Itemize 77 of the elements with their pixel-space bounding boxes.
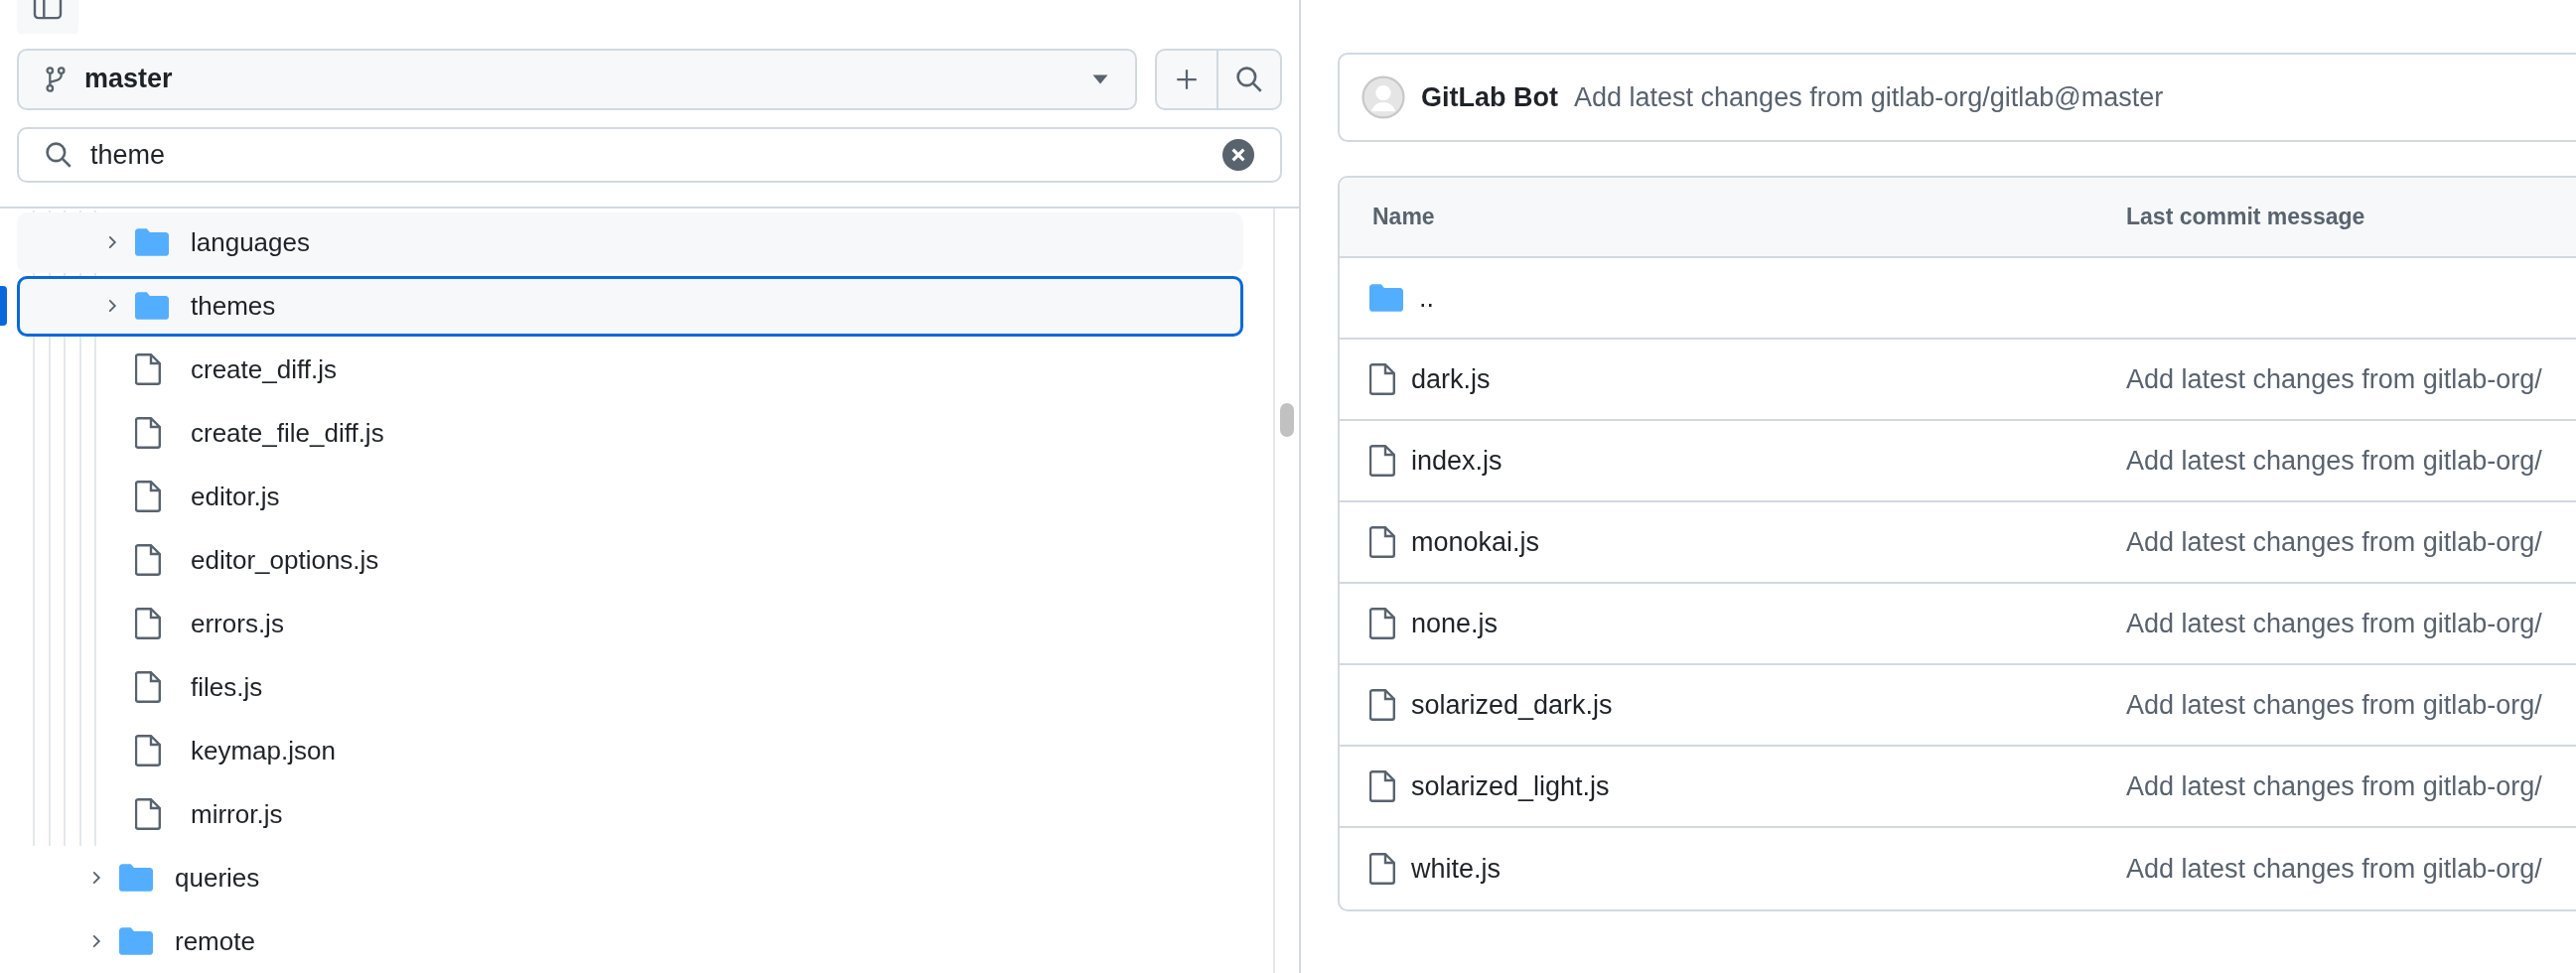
folder-item[interactable]: languages [17,211,1243,273]
file-link[interactable]: solarized_dark.js [1411,684,1613,726]
search-input[interactable]: theme [90,134,1205,176]
file-icon [1369,363,1395,395]
item-name: queries [175,861,260,895]
commit-message[interactable]: Add latest changes from gitlab-org/ [2126,848,2542,890]
file-icon [135,671,161,703]
commit-message[interactable]: Add latest changes from gitlab-org/ [2126,440,2542,482]
file-item[interactable]: errors.js [17,593,1243,654]
column-header: Last commit message [2126,203,2365,232]
clear-icon[interactable] [1222,138,1254,171]
file-icon [135,608,161,639]
item-name: create_diff.js [191,352,337,386]
file-icon [1369,689,1395,721]
commit-message[interactable]: Add latest changes from gitlab-org/ [2126,521,2542,563]
file-item[interactable]: editor.js [17,466,1243,527]
file-item[interactable]: create_diff.js [17,339,1243,400]
search-field[interactable]: theme [17,126,1282,183]
item-name: themes [191,289,276,323]
file-icon [1369,445,1395,477]
folder-icon [119,927,153,955]
commit-message[interactable]: Add latest changes from gitlab-org/ [2126,603,2542,644]
folder-item[interactable]: themes [17,275,1243,337]
folder-item[interactable]: remote [17,910,1243,972]
item-name: files.js [191,670,263,704]
folder-icon [119,864,153,892]
file-item[interactable]: files.js [17,656,1243,718]
sidebar-icon [33,0,63,20]
branch-name: master [84,63,174,96]
file-item[interactable]: keymap.json [17,720,1243,781]
file-icon [1369,608,1395,639]
file-link[interactable]: solarized_light.js [1411,765,1610,807]
plus-icon [1175,67,1199,91]
commit-message[interactable]: Add latest changes from gitlab-org/gitlab@master [1574,76,2164,118]
item-name: languages [191,225,310,259]
folder-icon [135,228,169,256]
item-name: create_file_diff.js [191,416,384,450]
file-item[interactable]: create_file_diff.js [17,402,1243,464]
commit-message[interactable]: Add latest changes from gitlab-org/ [2126,684,2542,726]
search-icon [45,140,72,169]
file-icon [1369,526,1395,558]
search-icon [1235,65,1263,93]
commit-author[interactable]: GitLab Bot [1421,76,1558,118]
file-icon [135,735,161,766]
file-item[interactable]: editor_options.js [17,529,1243,591]
item-name: mirror.js [191,797,283,831]
file-link[interactable]: none.js [1411,603,1499,644]
file-icon [135,353,161,385]
file-link[interactable]: .. [1419,277,1434,319]
scrollbar-thumb[interactable] [1280,403,1294,437]
file-link[interactable]: index.js [1411,440,1503,482]
branch-icon [45,66,67,92]
folder-item[interactable]: queries [17,847,1243,908]
item-name: editor_options.js [191,543,379,577]
file-item[interactable]: mirror.js [17,783,1243,845]
caret-icon [1091,72,1109,85]
branch-select[interactable]: master [17,48,1137,110]
column-header: Name [1371,203,1436,232]
commit-message[interactable]: Add latest changes from gitlab-org/ [2126,358,2542,400]
file-link[interactable]: white.js [1411,848,1502,890]
file-icon [135,544,161,576]
file-icon [135,481,161,512]
commit-message[interactable]: Add latest changes from gitlab-org/ [2126,765,2542,807]
file-icon [135,798,161,830]
avatar-icon [1361,75,1405,119]
item-name: errors.js [191,607,284,640]
file-icon [1369,770,1395,802]
item-name: keymap.json [191,734,336,767]
folder-icon [1369,284,1403,312]
file-link[interactable]: dark.js [1411,358,1491,400]
selection-indicator [0,286,7,326]
file-icon [135,417,161,449]
item-name: remote [175,924,255,958]
folder-icon [135,292,169,320]
file-icon [1369,853,1395,885]
file-link[interactable]: monokai.js [1411,521,1540,563]
item-name: editor.js [191,480,280,513]
